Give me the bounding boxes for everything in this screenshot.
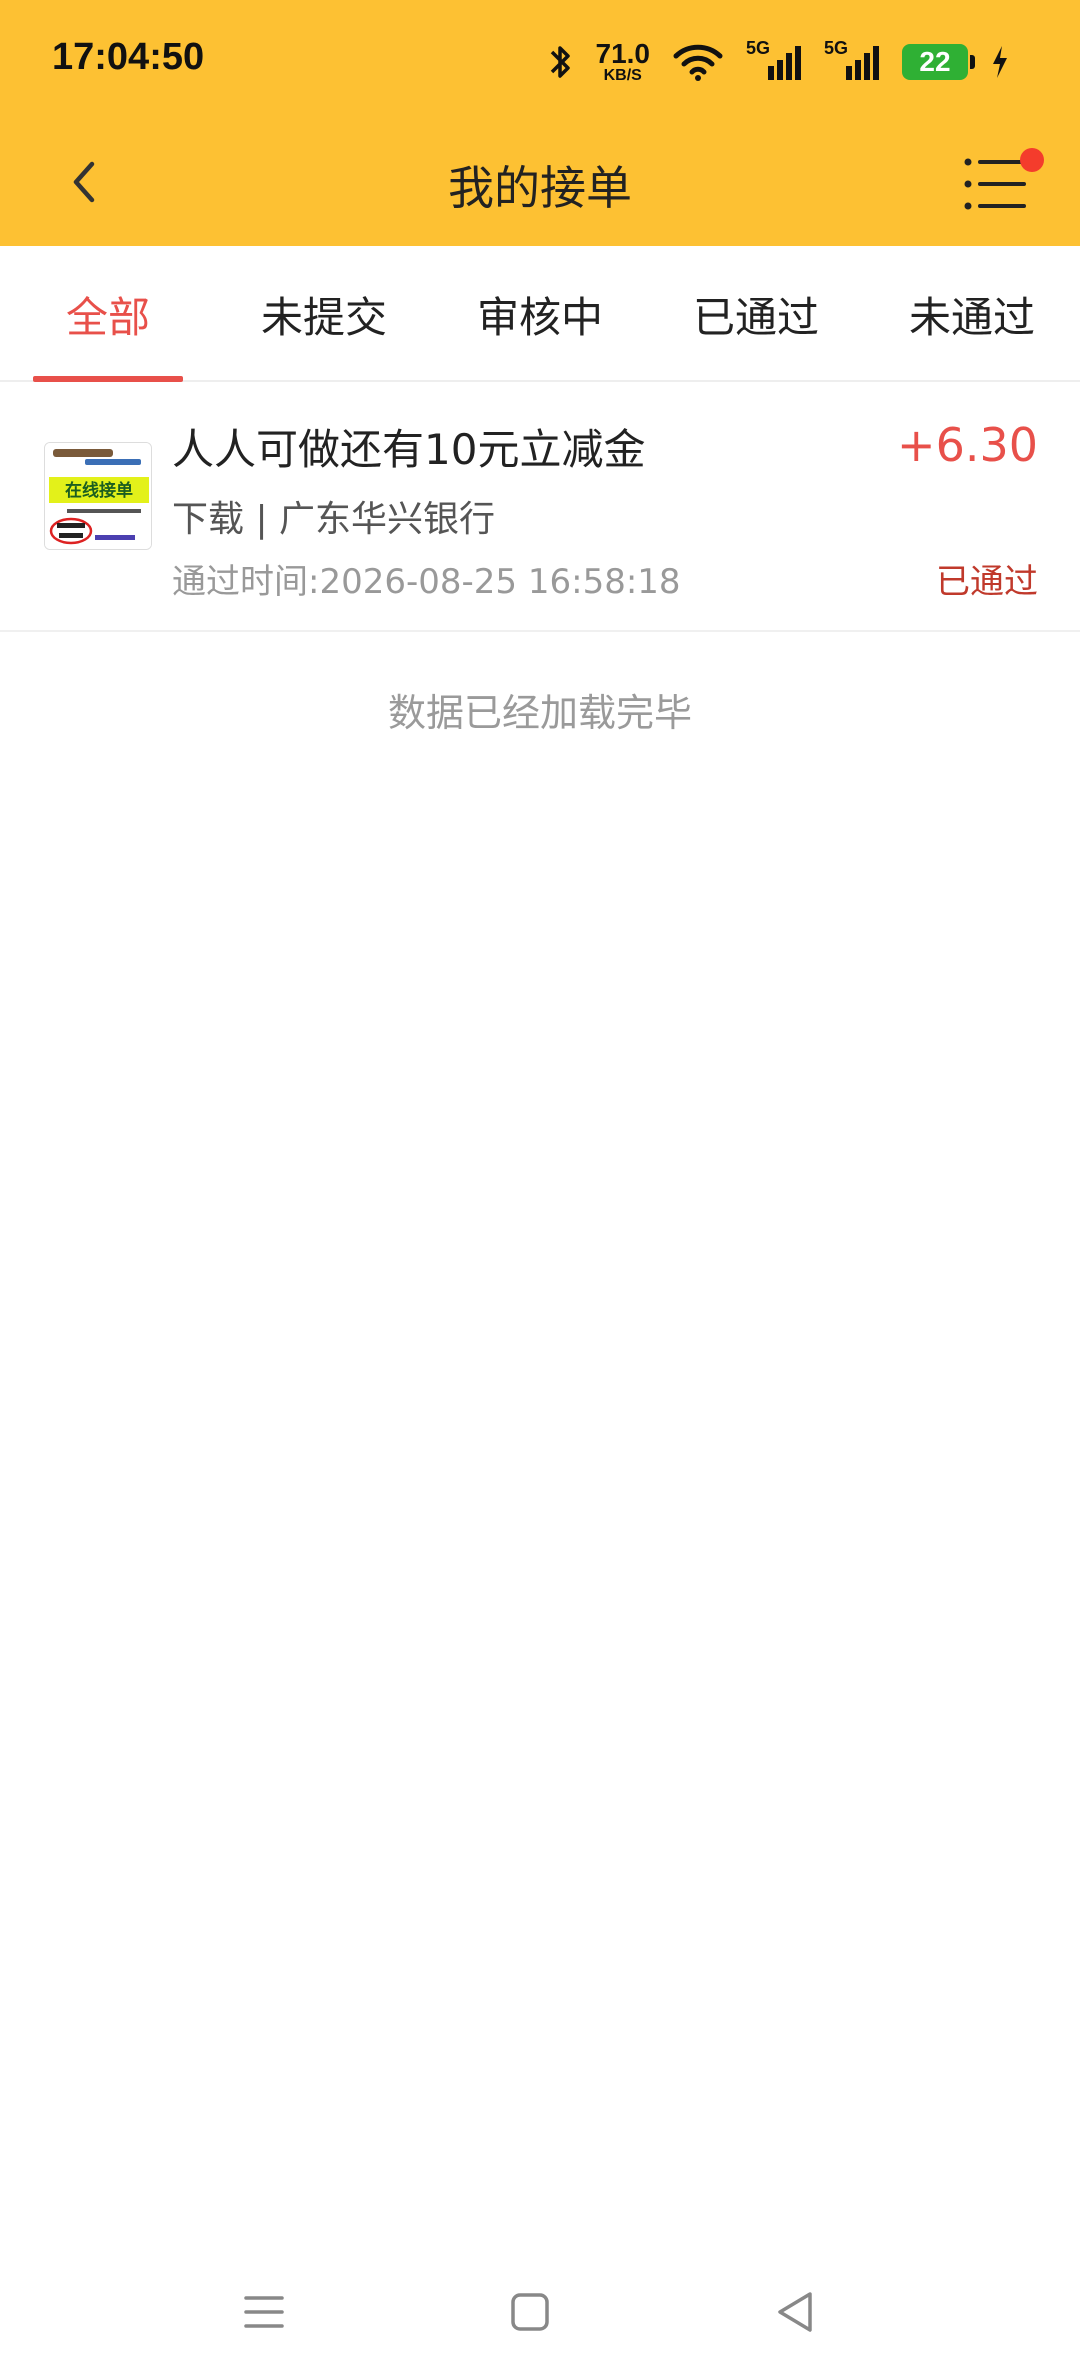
tab-reviewing[interactable]: 审核中: [432, 246, 648, 382]
back-nav-button[interactable]: [766, 2282, 826, 2342]
status-icons: 71.0 KB/S 5G 5G 22: [548, 38, 1011, 86]
bluetooth-icon: [550, 46, 570, 78]
signal-bars-icon: [846, 46, 879, 80]
square-icon: [511, 2293, 549, 2331]
triangle-back-icon: [778, 2292, 812, 2332]
tab-all[interactable]: 全部: [0, 246, 216, 382]
tab-bar: 全部 未提交 审核中 已通过 未通过: [0, 246, 1080, 382]
status-time: 17:04:50: [52, 36, 205, 78]
network-speed-unit: KB/S: [603, 67, 642, 84]
recent-apps-button[interactable]: [234, 2282, 294, 2342]
wifi-icon: [673, 44, 723, 81]
notification-dot: [1020, 148, 1044, 172]
order-list-item[interactable]: 在线接单 人人可做还有10元立减金 下载 | 广东华兴银行 通过时间:2026-…: [0, 382, 1080, 632]
order-subtitle: 下载 | 广东华兴银行: [172, 499, 496, 540]
network-speed-value: 71.0: [595, 38, 651, 69]
tab-not-submitted[interactable]: 未提交: [216, 246, 432, 382]
task-logo-text: 在线接单: [65, 480, 133, 501]
task-logo-image: 在线接单: [45, 443, 151, 549]
tab-rejected[interactable]: 未通过: [864, 246, 1080, 382]
battery-level: 22: [919, 46, 951, 77]
tab-approved[interactable]: 已通过: [648, 246, 864, 382]
order-status: 已通过: [936, 562, 1038, 602]
order-title: 人人可做还有10元立减金: [172, 425, 646, 474]
order-amount: +6.30: [897, 418, 1038, 472]
cell-signal-1: 5G: [746, 38, 802, 82]
nav-bar: 我的接单: [0, 120, 1080, 246]
task-thumbnail: 在线接单: [44, 442, 152, 550]
charging-icon: [993, 46, 1007, 78]
network-speed: 71.0 KB/S: [596, 40, 651, 84]
signal-bars-icon: [768, 46, 801, 80]
home-button[interactable]: [500, 2282, 560, 2342]
load-complete-text: 数据已经加载完毕: [387, 691, 692, 735]
header: 17:04:50 71.0 KB/S 5G 5G 22 我的接单: [0, 0, 1080, 246]
cell-signal-2: 5G: [824, 38, 880, 82]
battery-indicator: 22: [902, 44, 975, 80]
page-title: 我的接单: [448, 161, 632, 215]
status-bar: 17:04:50 71.0 KB/S 5G 5G 22: [0, 0, 1080, 120]
menu-icon: [244, 2296, 284, 2328]
system-nav-bar: [0, 2260, 1080, 2376]
order-time: 通过时间:2026-08-25 16:58:18: [172, 562, 681, 602]
